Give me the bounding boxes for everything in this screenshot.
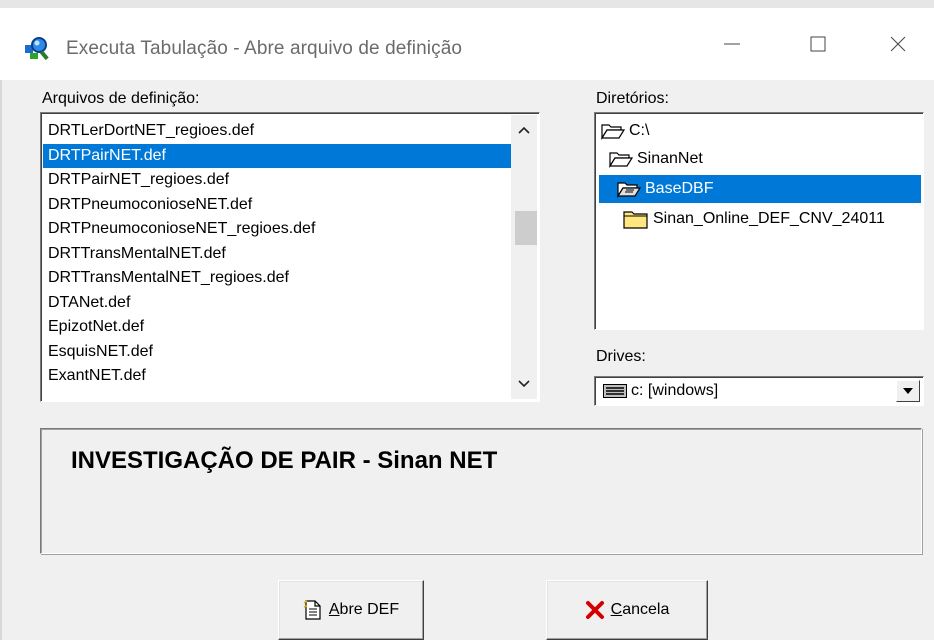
scroll-down-button[interactable] xyxy=(511,371,537,397)
open-def-label: Abre DEF xyxy=(329,601,399,619)
open-definition-dialog: Executa Tabulação - Abre arquivo de defi… xyxy=(0,0,934,640)
list-item[interactable]: DRTTransMentalNET_regioes.def xyxy=(43,266,511,291)
drives-select[interactable]: c: [windows] xyxy=(594,376,924,406)
cancel-text: ancela xyxy=(622,601,670,618)
list-item[interactable]: DRTPairNET_regioes.def xyxy=(43,168,511,193)
dir-item-sinan-online[interactable]: Sinan_Online_DEF_CNV_24011 xyxy=(623,205,885,233)
open-def-button[interactable]: Abre DEF xyxy=(278,580,424,640)
list-item[interactable]: DTANet.def xyxy=(43,291,511,316)
cancel-label: Cancela xyxy=(611,601,670,619)
directories-label: Diretórios: xyxy=(596,90,669,107)
dir-label: SinanNet xyxy=(637,150,703,167)
list-item[interactable]: DRTPneumoconioseNET.def xyxy=(43,193,511,218)
definition-files-list[interactable]: DRTLerDortNET_regioes.def DRTPairNET.def… xyxy=(40,112,540,402)
hard-drive-icon xyxy=(603,384,627,403)
chevron-up-icon xyxy=(518,126,530,134)
list-item[interactable]: DRTPneumoconioseNET_regioes.def xyxy=(43,217,511,242)
files-scrollbar[interactable] xyxy=(511,115,537,399)
open-def-accel: A xyxy=(328,601,340,618)
list-item[interactable]: DRTLerDortNET_regioes.def xyxy=(43,119,511,144)
drives-value: c: [windows] xyxy=(631,382,719,399)
cancel-button[interactable]: Cancela xyxy=(546,580,708,640)
app-magnifier-icon xyxy=(24,35,52,61)
cancel-accel: C xyxy=(610,601,623,618)
files-label: Arquivos de definição: xyxy=(42,90,200,107)
open-def-text: bre DEF xyxy=(339,601,400,618)
window-title: Executa Tabulação - Abre arquivo de defi… xyxy=(66,38,463,59)
dir-label: Sinan_Online_DEF_CNV_24011 xyxy=(653,210,885,227)
definition-description: INVESTIGAÇÃO DE PAIR - Sinan NET xyxy=(71,447,498,474)
file-list-items: DRTLerDortNET_regioes.def DRTPairNET.def… xyxy=(43,119,511,389)
window-left-border xyxy=(0,80,2,640)
top-strip xyxy=(0,0,934,8)
list-item[interactable]: EpizotNet.def xyxy=(43,315,511,340)
dir-label: BaseDBF xyxy=(645,180,714,197)
dir-item-root[interactable]: C:\ xyxy=(601,117,649,145)
list-item-selected[interactable]: DRTPairNET.def xyxy=(43,143,511,168)
list-item[interactable]: EsquisNET.def xyxy=(43,340,511,365)
drives-label: Drives: xyxy=(596,348,646,365)
open-folder-icon xyxy=(609,152,633,168)
open-folder-icon xyxy=(601,124,625,140)
open-folder-icon xyxy=(617,182,641,198)
directories-tree[interactable]: C:\ SinanNet BaseDBF Sinan_Online_DEF_CN… xyxy=(594,112,924,330)
minimize-button[interactable] xyxy=(700,8,764,80)
scroll-up-button[interactable] xyxy=(511,117,537,143)
chevron-down-icon xyxy=(518,380,530,388)
dir-label: C:\ xyxy=(629,122,650,139)
list-item[interactable]: DRTTransMentalNET.def xyxy=(43,242,511,267)
cancel-x-icon xyxy=(585,601,604,619)
definition-description-panel: INVESTIGAÇÃO DE PAIR - Sinan NET xyxy=(40,428,922,554)
dir-item-sinannet[interactable]: SinanNet xyxy=(609,145,703,173)
closed-folder-icon xyxy=(623,211,648,229)
dir-item-basedbf-selected[interactable]: BaseDBF xyxy=(599,175,921,203)
close-button[interactable] xyxy=(866,8,930,80)
maximize-button[interactable] xyxy=(786,8,850,80)
dropdown-arrow-icon xyxy=(903,388,913,394)
scroll-thumb[interactable] xyxy=(515,211,537,245)
list-item[interactable]: ExantNET.def xyxy=(43,364,511,389)
drives-dropdown-button[interactable] xyxy=(896,380,920,402)
open-document-icon xyxy=(303,600,321,620)
